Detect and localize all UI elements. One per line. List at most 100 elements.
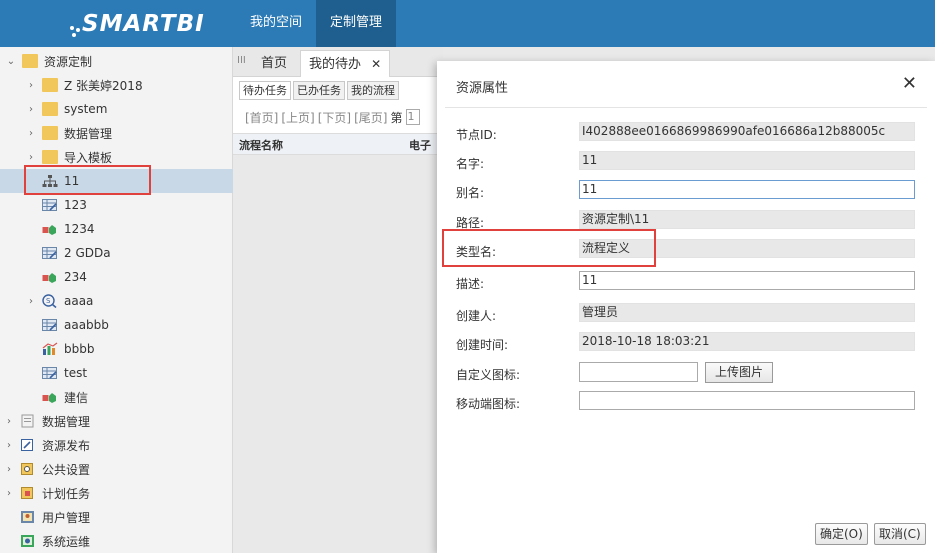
field-label: 移动端图标: xyxy=(456,397,521,411)
close-icon[interactable]: ✕ xyxy=(902,75,917,93)
create-time-value: 2018-10-18 18:03:21 xyxy=(579,332,915,351)
nav-custom-management[interactable]: 定制管理 xyxy=(316,0,397,47)
pager-next[interactable]: [下页] xyxy=(318,109,351,126)
tree-item-1234[interactable]: 1234 xyxy=(0,217,233,241)
tree-item-123[interactable]: 123 xyxy=(0,193,233,217)
tree-item-2gdda[interactable]: 2 GDDa xyxy=(0,241,233,265)
tree-item-resource-custom[interactable]: ⌄ 资源定制 xyxy=(0,49,233,73)
field-custom-icon: 自定义图标: 上传图片 xyxy=(456,362,926,384)
logo: SMARTBI xyxy=(36,6,204,40)
report-icon xyxy=(42,198,58,212)
field-path: 路径: 资源定制\11 xyxy=(456,210,926,232)
description-input[interactable]: 11 xyxy=(579,271,915,290)
tab-my-todo[interactable]: 我的待办 ✕ xyxy=(300,50,391,77)
tab-home[interactable]: 首页 xyxy=(253,50,295,77)
page-number-input[interactable]: 1 xyxy=(405,109,420,125)
cube-icon xyxy=(42,270,58,284)
tree-item-label: 资源发布 xyxy=(42,438,91,453)
tree-item-label: 用户管理 xyxy=(42,510,91,525)
chevron-right-icon[interactable]: › xyxy=(26,296,36,307)
tree-item-public-settings[interactable]: › 公共设置 xyxy=(0,457,233,481)
field-label: 别名: xyxy=(456,186,485,200)
report-icon xyxy=(42,246,58,260)
chevron-right-icon[interactable]: › xyxy=(4,464,14,475)
ok-button[interactable]: 确定(O) xyxy=(815,523,868,545)
column-header[interactable]: 电子 xyxy=(409,137,431,153)
subtab-my-flow[interactable]: 我的流程 xyxy=(347,81,399,100)
chevron-right-icon[interactable]: › xyxy=(26,104,36,115)
folder-icon xyxy=(42,78,58,92)
tree-item-resource-publish[interactable]: › 资源发布 xyxy=(0,433,233,457)
tree-item-label: 数据管理 xyxy=(64,126,113,141)
top-bar: SMARTBI 我的空间 定制管理 xyxy=(0,0,935,47)
chevron-right-icon[interactable]: › xyxy=(26,80,36,91)
tree-item-label: 1234 xyxy=(64,222,95,236)
user-icon xyxy=(20,510,36,524)
dialog-body: 节点ID: I402888ee0166869986990afe016686a12… xyxy=(442,107,927,544)
tab-label: 我的待办 xyxy=(309,57,362,72)
chart-icon xyxy=(42,342,58,356)
chevron-right-icon[interactable]: › xyxy=(4,488,14,499)
path-value: 资源定制\11 xyxy=(579,210,915,229)
tree-item-aaaa[interactable]: › S aaaa xyxy=(0,289,233,313)
upload-image-button[interactable]: 上传图片 xyxy=(705,362,773,383)
chevron-right-icon[interactable]: › xyxy=(4,440,14,451)
tree-item-data-management[interactable]: › 数据管理 xyxy=(0,121,233,145)
cube-icon xyxy=(42,222,58,236)
cancel-button[interactable]: 取消(C) xyxy=(874,523,926,545)
menu-icon[interactable]: III xyxy=(237,55,246,66)
alias-input[interactable]: 11 xyxy=(579,180,915,199)
tree-item-label: system xyxy=(64,102,108,116)
chevron-right-icon[interactable]: › xyxy=(4,416,14,427)
custom-icon-input[interactable] xyxy=(579,362,698,382)
tree-item-label: bbbb xyxy=(64,342,95,356)
folder-icon xyxy=(42,126,58,140)
pager-last[interactable]: [尾页] xyxy=(354,109,387,126)
pager-first[interactable]: [首页] xyxy=(245,109,278,126)
tree-item-aaabbb[interactable]: aaabbb xyxy=(0,313,233,337)
tab-strip: III 首页 我的待办 ✕ xyxy=(233,47,443,77)
tree-item-jianxin[interactable]: 建信 xyxy=(0,385,233,409)
chevron-right-icon[interactable]: › xyxy=(26,152,36,163)
cube-icon xyxy=(42,390,58,404)
field-label: 名字: xyxy=(456,157,485,171)
tree-item-label: Z 张美婷2018 xyxy=(64,78,143,93)
tree-item-import-template[interactable]: › 导入模板 xyxy=(0,145,233,169)
subtab-todo[interactable]: 待办任务 xyxy=(239,81,291,100)
pager: [首页] [上页] [下页] [尾页] 第 1 xyxy=(245,109,420,126)
tree-item-11[interactable]: 11 xyxy=(0,169,233,193)
nav-my-space[interactable]: 我的空间 xyxy=(236,0,316,47)
tree-item-bbbb[interactable]: bbbb xyxy=(0,337,233,361)
tree-item-test[interactable]: test xyxy=(0,361,233,385)
tree-item-label: 计划任务 xyxy=(42,486,91,501)
pager-prev[interactable]: [上页] xyxy=(281,109,314,126)
settings-icon xyxy=(20,462,36,476)
close-icon[interactable]: ✕ xyxy=(371,57,381,71)
chevron-right-icon[interactable]: › xyxy=(26,128,36,139)
mobile-icon-input[interactable] xyxy=(579,391,915,410)
datamgmt-icon xyxy=(20,414,36,428)
report-icon xyxy=(42,318,58,332)
chevron-down-icon[interactable]: ⌄ xyxy=(6,56,16,67)
tree-item-data-management-root[interactable]: › 数据管理 xyxy=(0,409,233,433)
schedule-icon xyxy=(20,486,36,500)
column-header[interactable]: 流程名称 xyxy=(239,137,283,153)
creator-value: 管理员 xyxy=(579,303,915,322)
tree-item-scheduled-tasks[interactable]: › 计划任务 xyxy=(0,481,233,505)
tree-item-label: 公共设置 xyxy=(42,462,91,477)
field-description: 描述: 11 xyxy=(456,271,926,293)
name-value: 11 xyxy=(579,151,915,170)
folder-icon xyxy=(42,102,58,116)
tree-item-system[interactable]: › system xyxy=(0,97,233,121)
report-icon xyxy=(42,366,58,380)
tree-item-label: 系统运维 xyxy=(42,534,91,549)
tree-item-system-ops[interactable]: 系统运维 xyxy=(0,529,233,553)
tree-item-user-management[interactable]: 用户管理 xyxy=(0,505,233,529)
subtab-done[interactable]: 已办任务 xyxy=(293,81,345,100)
tree-item-zhangmeiting[interactable]: › Z 张美婷2018 xyxy=(0,73,233,97)
field-label: 创建时间: xyxy=(456,338,509,352)
field-label: 路径: xyxy=(456,216,485,230)
field-node-id: 节点ID: I402888ee0166869986990afe016686a12… xyxy=(456,122,926,144)
field-name: 名字: 11 xyxy=(456,151,926,173)
tree-item-234[interactable]: 234 xyxy=(0,265,233,289)
